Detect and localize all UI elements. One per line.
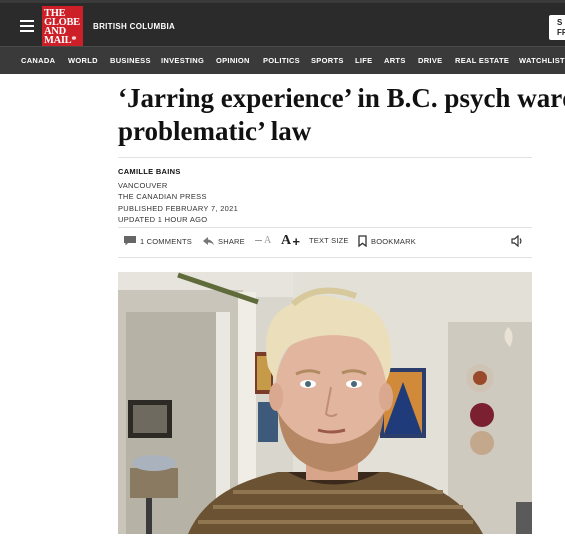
logo[interactable]: THE GLOBE AND MAIL* bbox=[42, 6, 83, 47]
dateline: VANCOUVER bbox=[118, 180, 168, 190]
nav-item-watchlist[interactable]: WATCHLIST bbox=[519, 56, 565, 65]
text-size-label: TEXT SIZE bbox=[309, 236, 349, 245]
top-header: THE GLOBE AND MAIL* BRITISH COLUMBIA S F… bbox=[0, 0, 565, 47]
nav-item-arts[interactable]: ARTS bbox=[384, 56, 406, 65]
section-name[interactable]: BRITISH COLUMBIA bbox=[93, 22, 175, 31]
article-headline: ‘Jarring experience’ in B.C. psych ward … bbox=[118, 82, 565, 148]
subscribe-button[interactable]: S FR bbox=[549, 15, 565, 40]
subscribe-label-1: S bbox=[557, 18, 563, 27]
text-increase-icon: A + bbox=[281, 233, 301, 249]
published-date: PUBLISHED FEBRUARY 7, 2021 bbox=[118, 203, 239, 213]
nav-item-drive[interactable]: DRIVE bbox=[418, 56, 442, 65]
listen-button[interactable] bbox=[511, 235, 523, 247]
nav-item-world[interactable]: WORLD bbox=[68, 56, 98, 65]
bookmark-label: BOOKMARK bbox=[371, 236, 416, 246]
section-nav: CANADA WORLD BUSINESS INVESTING OPINION … bbox=[0, 46, 565, 74]
bookmark-button[interactable]: BOOKMARK bbox=[358, 235, 416, 247]
nav-item-opinion[interactable]: OPINION bbox=[216, 56, 250, 65]
speaker-icon bbox=[511, 235, 523, 247]
text-decrease-button[interactable]: A bbox=[255, 235, 271, 246]
divider bbox=[118, 157, 532, 158]
comments-button[interactable]: 1 COMMENTS bbox=[124, 236, 192, 246]
nav-item-life[interactable]: LIFE bbox=[355, 56, 372, 65]
text-increase-button[interactable]: A + bbox=[281, 233, 300, 249]
article-photo[interactable] bbox=[118, 272, 532, 534]
headline-line-2: problematic’ law bbox=[118, 116, 312, 146]
share-icon bbox=[203, 236, 214, 246]
updated-time: UPDATED 1 HOUR AGO bbox=[118, 215, 208, 224]
logo-line: MAIL* bbox=[44, 35, 77, 46]
share-button[interactable]: SHARE bbox=[203, 236, 245, 246]
comment-icon bbox=[124, 236, 136, 246]
nav-item-sports[interactable]: SPORTS bbox=[311, 56, 344, 65]
headline-line-1: ‘Jarring experience’ in B.C. psych ward bbox=[118, 83, 565, 113]
divider bbox=[118, 227, 532, 228]
text-size-text: TEXT SIZE bbox=[309, 236, 349, 245]
portrait-photo bbox=[118, 272, 532, 534]
bookmark-icon bbox=[358, 235, 367, 247]
byline: CAMILLE BAINS VANCOUVER THE CANADIAN PRE… bbox=[118, 166, 238, 226]
source: THE CANADIAN PRESS bbox=[118, 192, 207, 201]
text-decrease-icon: A bbox=[255, 235, 271, 246]
subscribe-label-2: FR bbox=[557, 28, 565, 37]
share-label: SHARE bbox=[218, 236, 245, 246]
nav-item-canada[interactable]: CANADA bbox=[21, 56, 55, 65]
text-increase-letter: A bbox=[281, 233, 292, 248]
divider bbox=[118, 257, 532, 258]
nav-item-real-estate[interactable]: REAL ESTATE bbox=[455, 56, 509, 65]
text-decrease-letter: A bbox=[264, 235, 272, 246]
author-name[interactable]: CAMILLE BAINS bbox=[118, 166, 238, 178]
nav-item-politics[interactable]: POLITICS bbox=[263, 56, 300, 65]
nav-item-business[interactable]: BUSINESS bbox=[110, 56, 151, 65]
page: THE GLOBE AND MAIL* BRITISH COLUMBIA S F… bbox=[0, 0, 565, 539]
nav-item-investing[interactable]: INVESTING bbox=[161, 56, 204, 65]
menu-icon[interactable] bbox=[20, 20, 34, 32]
comments-label: 1 COMMENTS bbox=[140, 236, 193, 246]
article-tools: 1 COMMENTS SHARE A A + TEXT SIZE BOOKMAR… bbox=[118, 233, 532, 250]
